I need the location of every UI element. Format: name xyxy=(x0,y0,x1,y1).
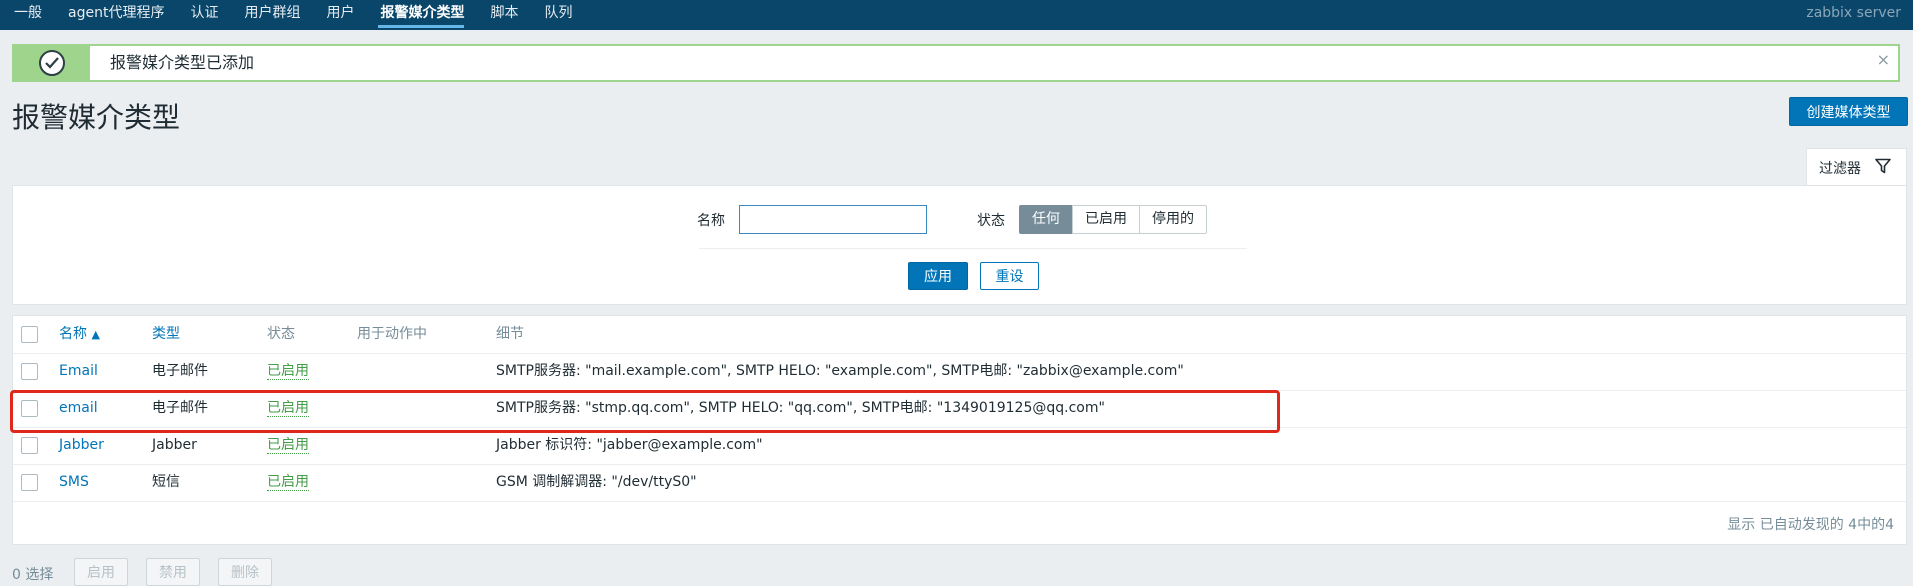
media-type-name-link[interactable]: Jabber xyxy=(59,427,104,464)
nav-item-user-groups[interactable]: 用户群组 xyxy=(230,0,312,30)
media-type-details: SMTP服务器: "stmp.qq.com", SMTP HELO: "qq.c… xyxy=(496,400,1105,416)
nav-item-media-types[interactable]: 报警媒介类型 xyxy=(366,0,476,30)
success-message-text: 报警媒介类型已添加 xyxy=(110,53,255,72)
row-checkbox[interactable] xyxy=(21,437,38,454)
table-header-row: 名称 ▲ 类型 状态 用于动作中 细节 xyxy=(13,316,1906,354)
filter-name-label: 名称 xyxy=(697,213,725,229)
table-row: Jabber Jabber 已启用 Jabber 标识符: "jabber@ex… xyxy=(13,427,1906,465)
filter-tab-label: 过滤器 xyxy=(1819,160,1861,177)
delete-selected-button[interactable]: 删除 xyxy=(218,558,272,586)
media-type-details: SMTP服务器: "mail.example.com", SMTP HELO: … xyxy=(496,363,1184,379)
media-type-type: 短信 xyxy=(152,474,180,490)
nav-item-queue[interactable]: 队列 xyxy=(530,0,584,30)
column-header-status: 状态 xyxy=(267,326,295,342)
nav-item-authentication[interactable]: 认证 xyxy=(176,0,230,30)
media-type-type: Jabber xyxy=(152,437,197,453)
media-type-type: 电子邮件 xyxy=(152,400,208,416)
status-enabled-link[interactable]: 已启用 xyxy=(267,437,309,454)
filter-panel: 名称 状态 任何 已启用 停用的 应用 重设 xyxy=(12,185,1907,305)
media-type-name-link[interactable]: SMS xyxy=(59,464,89,501)
table-row: email 电子邮件 已启用 SMTP服务器: "stmp.qq.com", S… xyxy=(13,390,1906,428)
enable-selected-button[interactable]: 启用 xyxy=(74,558,128,586)
media-types-table: 名称 ▲ 类型 状态 用于动作中 细节 Email 电子邮件 已启用 SMTP服… xyxy=(12,315,1907,545)
media-type-name-link[interactable]: email xyxy=(59,390,98,427)
table-row: Email 电子邮件 已启用 SMTP服务器: "mail.example.co… xyxy=(13,353,1906,391)
media-type-type: 电子邮件 xyxy=(152,363,208,379)
select-all-checkbox[interactable] xyxy=(21,326,38,343)
selected-count: 0 选择 xyxy=(12,567,54,583)
row-checkbox[interactable] xyxy=(21,400,38,417)
column-header-name[interactable]: 名称 ▲ xyxy=(59,316,100,353)
column-header-type[interactable]: 类型 xyxy=(152,316,180,353)
filter-divider xyxy=(699,248,1247,249)
apply-button[interactable]: 应用 xyxy=(908,262,968,290)
nav-item-general[interactable]: 一般 xyxy=(0,0,54,30)
table-paging-summary: 显示 已自动发现的 4中的4 xyxy=(1727,517,1894,533)
nav-item-users[interactable]: 用户 xyxy=(312,0,366,30)
media-type-details: Jabber 标识符: "jabber@example.com" xyxy=(496,437,763,453)
check-icon xyxy=(39,50,65,76)
page-title: 报警媒介类型 xyxy=(12,101,181,134)
filter-tab[interactable]: 过滤器 xyxy=(1806,148,1907,186)
column-header-details: 细节 xyxy=(496,326,524,342)
row-checkbox[interactable] xyxy=(21,363,38,380)
status-enabled-link[interactable]: 已启用 xyxy=(267,363,309,380)
status-option-enabled[interactable]: 已启用 xyxy=(1072,205,1140,234)
filter-icon xyxy=(1875,158,1891,178)
top-nav: 一般 agent代理程序 认证 用户群组 用户 报警媒介类型 脚本 队列 zab… xyxy=(0,0,1913,30)
row-checkbox[interactable] xyxy=(21,474,38,491)
filter-name-input[interactable] xyxy=(739,205,927,234)
filter-status-label: 状态 xyxy=(977,213,1005,229)
column-header-used-in-actions: 用于动作中 xyxy=(357,326,427,342)
nav-item-scripts[interactable]: 脚本 xyxy=(476,0,530,30)
close-icon[interactable]: × xyxy=(1877,50,1890,69)
status-segmented-control: 任何 已启用 停用的 xyxy=(1019,205,1207,234)
column-header-name-label: 名称 xyxy=(59,326,87,342)
server-name: zabbix server xyxy=(1806,5,1901,21)
status-option-any[interactable]: 任何 xyxy=(1019,205,1073,234)
media-type-details: GSM 调制解调器: "/dev/ttyS0" xyxy=(496,474,697,490)
media-type-name-link[interactable]: Email xyxy=(59,353,98,390)
success-icon-box xyxy=(14,46,90,80)
disable-selected-button[interactable]: 禁用 xyxy=(146,558,200,586)
create-media-type-button[interactable]: 创建媒体类型 xyxy=(1789,97,1908,126)
success-message: 报警媒介类型已添加 × xyxy=(12,44,1900,82)
status-option-disabled[interactable]: 停用的 xyxy=(1139,205,1207,234)
reset-button[interactable]: 重设 xyxy=(980,262,1039,290)
table-row: SMS 短信 已启用 GSM 调制解调器: "/dev/ttyS0" xyxy=(13,464,1906,502)
nav-item-proxies[interactable]: agent代理程序 xyxy=(54,0,176,30)
status-enabled-link[interactable]: 已启用 xyxy=(267,400,309,417)
status-enabled-link[interactable]: 已启用 xyxy=(267,474,309,491)
sort-asc-icon: ▲ xyxy=(91,328,100,341)
